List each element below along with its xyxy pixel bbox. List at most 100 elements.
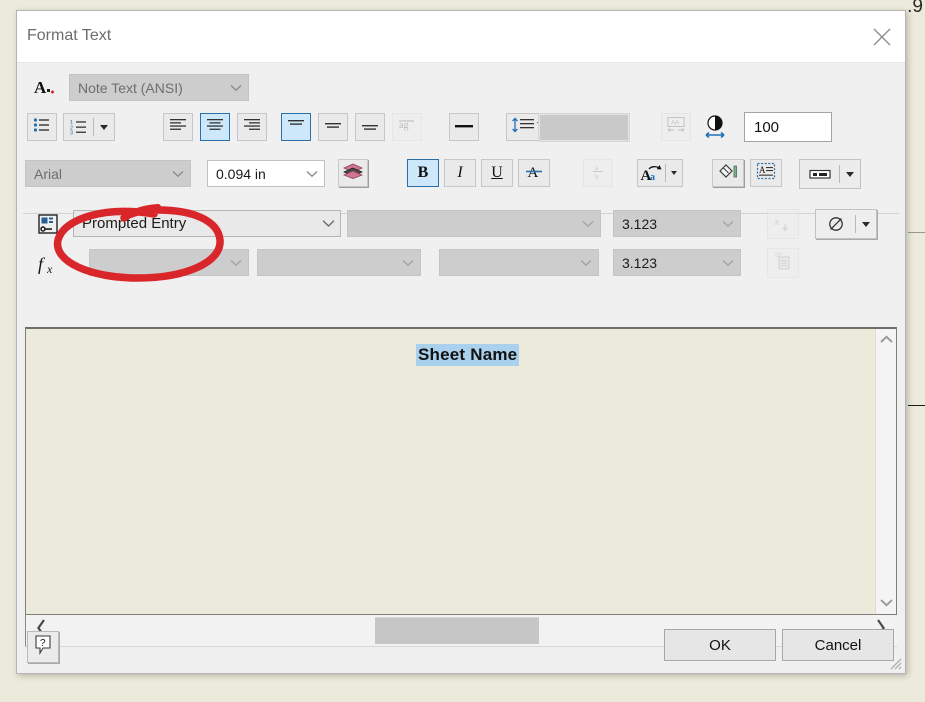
numeric-format-combo[interactable]: 3.123: [613, 210, 741, 237]
editor-vertical-scrollbar[interactable]: [875, 329, 896, 614]
align-center-icon: [206, 118, 224, 137]
stacked-fraction-button: a b: [583, 159, 613, 187]
formula-field-c-combo[interactable]: [439, 249, 599, 276]
dialog-titlebar: Format Text: [17, 11, 905, 63]
text-height-combo[interactable]: 0.094 in: [207, 160, 325, 187]
fx-icon: f x: [37, 251, 63, 277]
svg-text:x: x: [46, 262, 53, 276]
insert-variable-icon: x: [772, 212, 794, 237]
svg-text:A: A: [759, 165, 766, 175]
align-middle-icon: [324, 118, 342, 137]
entry-type-value: Prompted Entry: [82, 215, 187, 232]
ok-button-label: OK: [709, 636, 731, 654]
chevron-down-icon: [166, 170, 190, 178]
close-icon: [872, 27, 892, 47]
style-toolbar: A Note Text (ANSI): [17, 63, 905, 109]
numbered-list-button[interactable]: 1 2 3: [63, 113, 115, 141]
align-top-button[interactable]: [281, 113, 311, 141]
text-editor[interactable]: Sheet Name: [26, 329, 875, 614]
horizontal-rule-icon: [454, 118, 474, 136]
scroll-down-button[interactable]: [876, 592, 897, 614]
fit-text-icon: AA: [666, 116, 686, 139]
align-center-button[interactable]: [200, 113, 230, 141]
svg-text:?: ?: [40, 638, 46, 649]
text-field-button[interactable]: [799, 159, 861, 189]
align-top-icon: [287, 118, 305, 137]
svg-text:ag: ag: [399, 120, 408, 131]
numeric-format-value: 3.123: [622, 215, 658, 232]
italic-icon: I: [457, 164, 463, 181]
rotate-text-icon: ag: [398, 117, 416, 137]
stack-color-icon: [342, 163, 364, 184]
align-middle-button[interactable]: [318, 113, 348, 141]
formula-numeric-format-value: 3.123: [622, 254, 658, 271]
font-toolbar: Arial 0.094 in B I U A a b A a A: [17, 153, 905, 201]
numbered-list-icon: 1 2 3: [64, 114, 93, 140]
stacked-fraction-icon: a b: [590, 162, 606, 185]
svg-text:a: a: [650, 172, 655, 182]
svg-text:3: 3: [70, 131, 73, 135]
chevron-down-icon: [224, 259, 248, 267]
screen-root: .9 Format Text A Note Text (ANSI) 1 2 3 …: [0, 0, 925, 702]
svg-text:x: x: [773, 214, 780, 228]
font-name-value: Arial: [34, 165, 63, 182]
layer-color-button[interactable]: [338, 159, 368, 187]
strikethrough-button[interactable]: A: [518, 159, 550, 187]
text-style-combo[interactable]: Note Text (ANSI): [69, 74, 249, 101]
underline-style-button[interactable]: [449, 113, 479, 141]
paste-field-icon: d0: [772, 250, 794, 277]
width-factor-input[interactable]: 100: [744, 112, 832, 142]
align-left-icon: [169, 118, 187, 137]
horizontal-scroll-thumb[interactable]: [375, 617, 539, 644]
dialog-title: Format Text: [27, 27, 112, 44]
chevron-down-icon: [880, 594, 893, 612]
text-frame-button[interactable]: A: [750, 159, 782, 187]
diameter-symbol-icon: [816, 210, 855, 238]
strikethrough-icon: A: [524, 162, 544, 185]
underline-button[interactable]: U: [481, 159, 513, 187]
background-divider-line-2: [908, 232, 925, 233]
background-fill-button[interactable]: [712, 159, 744, 187]
svg-text:A: A: [528, 165, 539, 180]
align-left-button[interactable]: [163, 113, 193, 141]
insert-variable-button: x: [767, 209, 799, 239]
cancel-button[interactable]: Cancel: [782, 629, 894, 661]
ok-button[interactable]: OK: [664, 629, 776, 661]
editor-selected-text[interactable]: Sheet Name: [416, 344, 520, 366]
format-text-dialog: Format Text A Note Text (ANSI) 1 2 3 ag …: [16, 10, 906, 674]
field-icon: [800, 160, 839, 188]
italic-button[interactable]: I: [444, 159, 476, 187]
help-button[interactable]: ?: [27, 631, 59, 663]
change-case-button[interactable]: A a: [637, 159, 683, 187]
cancel-button-label: Cancel: [814, 636, 862, 654]
chevron-down-icon: [396, 259, 420, 267]
formula-field-b-combo[interactable]: [257, 249, 421, 276]
close-button[interactable]: [859, 11, 905, 62]
help-icon: ?: [34, 634, 52, 660]
text-frame-icon: A: [756, 162, 776, 185]
entry-type-combo[interactable]: Prompted Entry: [73, 210, 341, 237]
text-color-swatch[interactable]: [538, 113, 630, 142]
text-rotate-button: ag: [392, 113, 422, 141]
chevron-down-icon: [840, 160, 860, 188]
formula-field-a-combo[interactable]: [89, 249, 249, 276]
bold-button[interactable]: B: [407, 159, 439, 187]
bulleted-list-button[interactable]: [27, 113, 57, 141]
bold-icon: B: [417, 164, 429, 181]
chevron-down-icon: [300, 170, 324, 178]
chevron-up-icon: [880, 331, 893, 349]
underline-icon: U: [491, 164, 503, 181]
align-bottom-button[interactable]: [355, 113, 385, 141]
align-right-icon: [243, 118, 261, 137]
font-name-combo[interactable]: Arial: [25, 160, 191, 187]
chevron-down-icon: [94, 114, 114, 140]
resize-grip-icon[interactable]: [888, 656, 902, 670]
text-editor-frame: Sheet Name: [25, 327, 897, 615]
formula-numeric-format-combo[interactable]: 3.123: [613, 249, 741, 276]
field-secondary-combo[interactable]: [347, 210, 601, 237]
scroll-up-button[interactable]: [876, 329, 897, 351]
paragraph-toolbar: 1 2 3 ag AA 100: [17, 109, 905, 153]
align-right-button[interactable]: [237, 113, 267, 141]
background-text-fragment: .9: [907, 0, 923, 17]
symbol-button[interactable]: [815, 209, 877, 239]
